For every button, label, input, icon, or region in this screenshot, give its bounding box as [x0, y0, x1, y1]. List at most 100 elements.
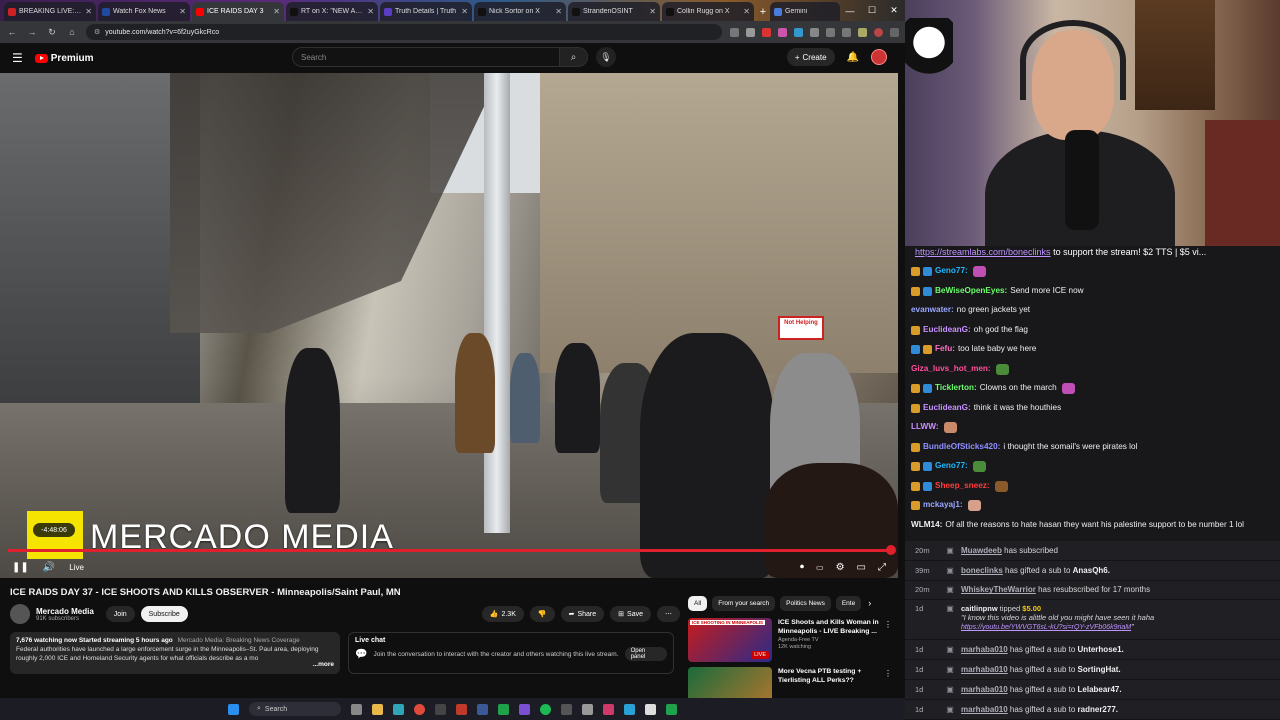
- settings-gear-icon[interactable]: ⚙: [836, 562, 845, 573]
- browser-tab[interactable]: RT on X: "NEW ANG ✕: [286, 2, 378, 21]
- event-recipient[interactable]: SortingHat.: [1078, 665, 1121, 674]
- chat-banner-link[interactable]: https://streamlabs.com/boneclinks: [915, 247, 1051, 257]
- app-icon[interactable]: [456, 703, 467, 715]
- bookmark-star-icon[interactable]: [746, 27, 755, 37]
- channel-name[interactable]: Mercado Media: [36, 607, 94, 616]
- autoplay-toggle-icon[interactable]: ⏺: [800, 562, 804, 572]
- chat-username[interactable]: evanwater:: [911, 305, 954, 315]
- event-username[interactable]: marhaba010: [961, 705, 1008, 714]
- more-vertical-icon[interactable]: ⋮: [884, 620, 892, 629]
- extension-icon[interactable]: [778, 27, 787, 37]
- youtube-logo[interactable]: Premium: [34, 53, 94, 64]
- browser-tab[interactable]: Nick Sortor on X ✕: [474, 2, 566, 21]
- tab-close-icon[interactable]: ✕: [85, 7, 92, 16]
- event-recipient[interactable]: radner277.: [1078, 705, 1118, 714]
- progress-bar[interactable]: [8, 549, 892, 552]
- app-icon[interactable]: [603, 703, 614, 715]
- extension-icon[interactable]: [858, 27, 867, 37]
- create-button[interactable]: + Create: [786, 48, 835, 66]
- recommendation-title[interactable]: More Vecna PTB testing + Tierlisting ALL…: [778, 667, 884, 685]
- profile-icon[interactable]: [874, 27, 883, 37]
- windows-start-icon[interactable]: [228, 703, 239, 715]
- tip-link[interactable]: https://youtu.be/YWVGT6sL-kU?si=rQY-zVFb…: [961, 624, 1131, 631]
- chat-username[interactable]: EuclideanG:: [923, 403, 971, 413]
- event-recipient[interactable]: AnasQh6.: [1073, 566, 1110, 575]
- maximize-icon[interactable]: ☐: [861, 0, 883, 21]
- theater-mode-icon[interactable]: ▭: [857, 562, 866, 573]
- volume-icon[interactable]: 🔊: [43, 562, 55, 573]
- video-player[interactable]: Not Helping -4:48:06 MERCADO MEDIA ❚❚ 🔊 …: [0, 73, 898, 578]
- share-button[interactable]: ➦ Share: [560, 606, 605, 622]
- more-actions-button[interactable]: ⋯: [657, 606, 680, 622]
- tab-close-icon[interactable]: ✕: [367, 7, 374, 16]
- pause-icon[interactable]: ❚❚: [12, 562, 29, 573]
- open-panel-button[interactable]: Open panel: [624, 647, 667, 661]
- browser-tab[interactable]: ICE RAIDS DAY 3 ✕: [192, 2, 284, 21]
- cast-icon[interactable]: [730, 27, 739, 37]
- microphone-icon[interactable]: 🎙: [596, 47, 616, 67]
- chat-username[interactable]: Geno77:: [935, 266, 968, 276]
- chat-username[interactable]: Ticklerton:: [935, 383, 977, 393]
- event-username[interactable]: marhaba010: [961, 645, 1008, 654]
- browser-tab[interactable]: Collin Rugg on X ✕: [662, 2, 754, 21]
- app-icon[interactable]: [498, 703, 509, 715]
- event-username[interactable]: Muawdeeb: [961, 546, 1002, 555]
- description-box[interactable]: 7,676 watching now Started streaming 5 h…: [10, 632, 340, 674]
- like-button[interactable]: 👍 2.3K: [481, 606, 524, 622]
- hamburger-menu-icon[interactable]: ☰: [12, 51, 23, 65]
- app-icon[interactable]: [477, 703, 488, 715]
- filter-chip[interactable]: Ente: [835, 595, 862, 611]
- chat-username[interactable]: BeWiseOpenEyes:: [935, 286, 1007, 296]
- back-icon[interactable]: ←: [6, 27, 18, 37]
- chat-username[interactable]: BundleOfSticks420:: [923, 442, 1000, 452]
- filter-chip[interactable]: From your search: [712, 595, 776, 611]
- taskbar-search[interactable]: ⌕ Search: [249, 702, 341, 716]
- chrome-icon[interactable]: [414, 703, 425, 715]
- join-button[interactable]: Join: [105, 606, 135, 622]
- filter-chip[interactable]: Politics News: [780, 595, 831, 611]
- spotify-icon[interactable]: [540, 703, 551, 715]
- subscribe-button[interactable]: Subscribe: [140, 606, 188, 622]
- tab-close-icon[interactable]: ✕: [179, 7, 186, 16]
- chat-username[interactable]: Giza_luvs_hot_men:: [911, 364, 991, 374]
- channel-avatar[interactable]: [10, 604, 30, 624]
- chat-username[interactable]: Fefu:: [935, 344, 955, 354]
- recommendation-item[interactable]: ICE SHOOTING IN MINNEAPOLIS LIVE ICE Sho…: [688, 618, 898, 666]
- app-icon[interactable]: [645, 703, 656, 715]
- chat-username[interactable]: Sheep_sneez:: [935, 481, 990, 491]
- app-icon[interactable]: [582, 703, 593, 715]
- recommendation-title[interactable]: ICE Shoots and Kills Woman in Minneapoli…: [778, 618, 884, 636]
- app-icon[interactable]: [435, 703, 446, 715]
- recommendation-thumbnail[interactable]: ICE SHOOTING IN MINNEAPOLIS LIVE: [688, 618, 772, 662]
- task-view-icon[interactable]: [351, 703, 362, 715]
- browser-tab[interactable]: Gemini: [770, 2, 840, 21]
- app-icon[interactable]: [666, 703, 677, 715]
- forward-icon[interactable]: →: [26, 27, 38, 37]
- file-explorer-icon[interactable]: [372, 703, 383, 715]
- tab-close-icon[interactable]: ✕: [649, 7, 656, 16]
- browser-menu-icon[interactable]: [890, 27, 899, 37]
- home-icon[interactable]: ⌂: [66, 27, 78, 37]
- app-icon[interactable]: [561, 703, 572, 715]
- tab-close-icon[interactable]: ✕: [743, 7, 750, 16]
- app-icon[interactable]: [624, 703, 635, 715]
- tab-close-icon[interactable]: ✕: [273, 7, 280, 16]
- reload-icon[interactable]: ↻: [46, 27, 58, 38]
- edge-icon[interactable]: [393, 703, 404, 715]
- more-vertical-icon[interactable]: ⋮: [884, 669, 892, 678]
- tab-close-icon[interactable]: ✕: [461, 7, 468, 16]
- close-window-icon[interactable]: ✕: [883, 0, 905, 21]
- chat-username[interactable]: mckayaj1:: [923, 500, 963, 510]
- browser-tab[interactable]: BREAKING LIVE: ICE ✕: [4, 2, 96, 21]
- fullscreen-icon[interactable]: ⤢: [878, 562, 886, 573]
- event-username[interactable]: marhaba010: [961, 685, 1008, 694]
- extension-icon[interactable]: [762, 27, 771, 37]
- progress-scrubber[interactable]: [886, 545, 896, 555]
- event-recipient[interactable]: Unterhose1.: [1078, 645, 1124, 654]
- tip-username[interactable]: caitlinpnw: [961, 604, 998, 613]
- search-input[interactable]: Search: [292, 47, 560, 67]
- event-username[interactable]: WhiskeyTheWarrior: [961, 585, 1036, 594]
- extensions-puzzle-icon[interactable]: [826, 27, 835, 37]
- extension-icon[interactable]: [810, 27, 819, 37]
- tab-close-icon[interactable]: ✕: [555, 7, 562, 16]
